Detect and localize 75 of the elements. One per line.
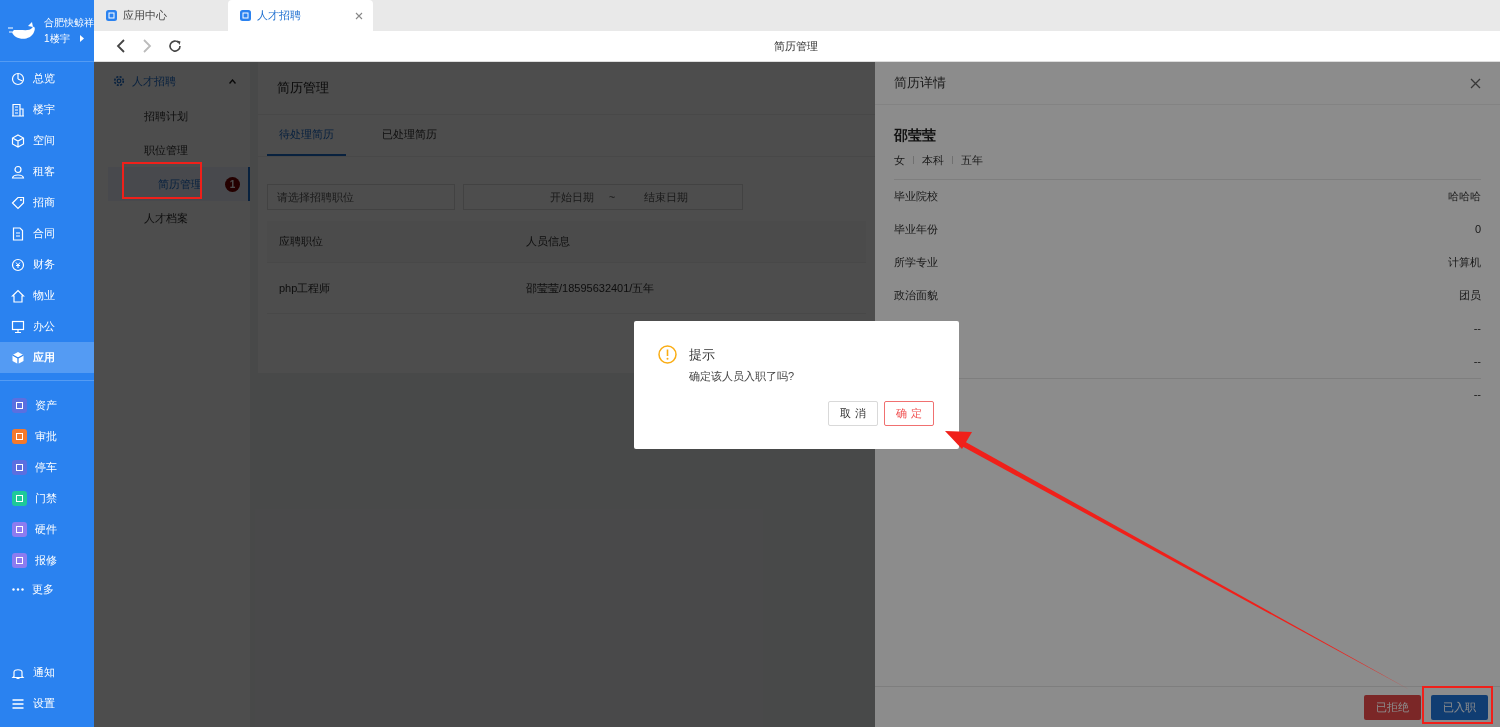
submenu-header[interactable]: 人才招聘 [94,70,250,92]
tab[interactable]: 应用中心 [94,0,228,31]
app-item[interactable]: 门禁 [0,483,94,514]
dialog-button[interactable]: 取 消 [828,401,878,426]
cube-icon [11,133,25,148]
field-label: 所学专业 [894,254,938,270]
nav-item[interactable]: 通知 [0,657,94,688]
nav-item[interactable]: 办公 [0,311,94,342]
nav-item[interactable]: 楼宇 [0,94,94,125]
app-item[interactable]: 硬件 [0,514,94,545]
warning-icon [658,345,677,365]
field-value: 哈哈哈 [1448,188,1481,204]
building-selector[interactable]: 1楼宇 [44,31,70,46]
field-label: 毕业年份 [894,221,938,237]
coin-icon [11,257,25,272]
field-value: -- [1473,387,1481,403]
field-value: 团员 [1459,287,1481,303]
nav-item[interactable]: 设置 [0,688,94,719]
field-value: 计算机 [1448,254,1481,270]
user-icon [11,164,25,179]
count-badge: 1 [225,176,240,192]
highlight-frame [1422,686,1493,724]
field-value: 0 [1474,221,1481,237]
field-label: 毕业院校 [894,188,938,204]
app-tab-icon [106,10,117,21]
close-icon[interactable] [1470,77,1481,89]
dialog-title: 提示 [689,346,715,364]
nav-item[interactable]: 财务 [0,249,94,280]
caret-up-icon[interactable] [229,78,236,84]
submenu-item[interactable]: 人才档案 [94,201,250,235]
dialog-message: 确定该人员入职了吗? [688,368,796,384]
candidate-name: 邵莹莹 [894,126,937,145]
brand-name: 合肥快鲸祥 [44,15,94,30]
pie-chart-icon [11,71,25,86]
field-value: -- [1473,320,1481,336]
app-item[interactable]: 审批 [0,421,94,452]
more-icon [12,587,24,591]
nav-item[interactable]: 总览 [0,63,94,94]
app-tab-icon [240,10,251,21]
info-tag: 五年 [961,152,983,169]
tag-icon [11,195,25,210]
info-tag: 本科 [922,152,944,169]
tab[interactable]: 待处理简历 [267,114,346,156]
tab[interactable]: 人才招聘 [228,0,373,31]
drawer-title: 简历详情 [894,74,946,93]
page-title: 简历管理 [774,38,818,54]
nav-item[interactable]: 应用 [0,342,94,373]
app-item[interactable]: 停车 [0,452,94,483]
document-icon [11,226,25,241]
nav-item[interactable]: 合同 [0,218,94,249]
back-icon[interactable] [116,39,126,53]
more-item[interactable]: 更多 [0,576,94,602]
nav-item[interactable]: 空间 [0,125,94,156]
nav-item[interactable]: 物业 [0,280,94,311]
reload-icon[interactable] [168,39,182,53]
field-value: -- [1473,353,1481,369]
gear-icon [113,75,125,87]
menu-icon [11,696,25,711]
caret-right-icon[interactable] [79,35,84,42]
nav-item[interactable]: 租客 [0,156,94,187]
cube-icon [11,350,25,365]
close-icon[interactable] [355,11,363,20]
action-button[interactable]: 已入职 [1431,694,1488,720]
action-button[interactable]: 已拒绝 [1364,694,1421,720]
forward-icon[interactable] [142,39,152,53]
app-item[interactable]: 资产 [0,390,94,421]
field-label: 政治面貌 [894,287,938,303]
building-icon [11,102,25,117]
app-item[interactable]: 报修 [0,545,94,576]
monitor-icon [11,319,25,334]
nav-item[interactable]: 招商 [0,187,94,218]
dialog-button[interactable]: 确 定 [884,401,934,426]
card-title: 简历管理 [277,79,329,98]
house-icon [11,288,25,303]
info-tag: 女 [894,152,905,169]
